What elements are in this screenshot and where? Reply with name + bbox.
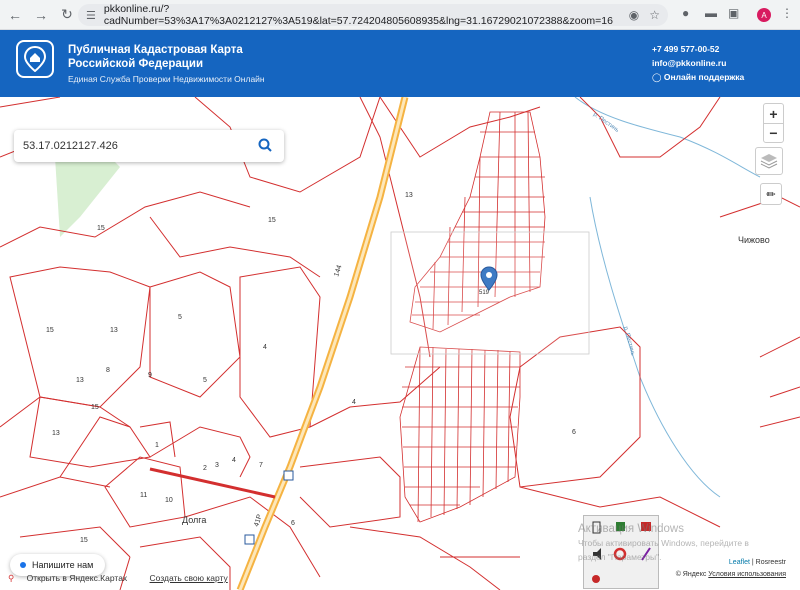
avatar[interactable]: A: [757, 8, 771, 22]
site-header: Публичная Кадастровая Карта Российской Ф…: [0, 30, 800, 97]
parcel-number: 15: [80, 537, 88, 544]
cadastral-map[interactable]: 13 15 15 15 13 13 15 5 5 4 4 6 8 9 13 15…: [0, 97, 800, 590]
parcel-number: 13: [52, 430, 60, 437]
parcel-number: 519: [479, 290, 490, 296]
support-link[interactable]: ◯ Онлайн поддержка: [652, 70, 744, 84]
extension-icon[interactable]: ●: [682, 6, 689, 20]
terms-link[interactable]: Условия использования: [708, 571, 786, 578]
extension-icon[interactable]: ▬: [705, 6, 717, 20]
road-sign-icon: [244, 534, 255, 545]
parcel-number: 11: [140, 492, 147, 499]
zoom-out-button[interactable]: −: [764, 123, 783, 142]
leaflet-link[interactable]: Leaflet: [729, 559, 750, 566]
map-attribution: Leaflet | Rosreestr © Яндекс Условия исп…: [675, 559, 786, 578]
map-canvas[interactable]: 13 15 15 15 13 13 15 5 5 4 4 6 8 9 13 15…: [0, 97, 800, 590]
create-map-link[interactable]: Создать свою карту: [150, 573, 228, 583]
parcel-number: 3: [215, 462, 219, 469]
site-info-icon[interactable]: ☰: [86, 9, 96, 22]
site-title[interactable]: Публичная Кадастровая Карта Российской Ф…: [68, 43, 243, 71]
reload-icon[interactable]: ↻: [56, 4, 78, 26]
parcel-cluster-south: [399, 346, 521, 523]
parcel-number: 6: [291, 520, 295, 527]
zoom-control: + −: [763, 103, 784, 143]
url-text: pkkonline.ru/?cadNumber=53%3A17%3A021212…: [103, 3, 613, 27]
email-link[interactable]: info@pkkonline.ru: [652, 56, 744, 70]
layers-button[interactable]: [755, 147, 783, 175]
forward-icon[interactable]: →: [30, 4, 52, 26]
parcel-number: 6: [572, 429, 576, 436]
extensions-puzzle-icon[interactable]: ▣: [728, 6, 739, 20]
parcel-number: 4: [352, 399, 356, 406]
parcel-number: 4: [263, 344, 267, 351]
back-icon[interactable]: ←: [4, 4, 26, 26]
cadastral-search-input[interactable]: 53.17.0212127.426: [14, 130, 284, 162]
map-footer-links: ⚲ Открыть в Яндекс.Картах Создать свою к…: [8, 573, 238, 584]
parcel-number: 15: [46, 327, 54, 334]
parcel-number: 5: [178, 314, 182, 321]
parcel-number: 15: [91, 404, 99, 411]
menu-icon[interactable]: ⋮: [781, 6, 793, 20]
selection-frame: [390, 231, 590, 355]
village-road: [149, 467, 276, 499]
parcel-number: 7: [259, 462, 263, 469]
parcel-number: 5: [203, 377, 207, 384]
bookmark-star-icon[interactable]: ☆: [649, 8, 660, 22]
pin-icon: ⚲: [8, 573, 15, 583]
river-line: [574, 97, 761, 178]
parcel-number: 10: [165, 497, 173, 504]
contacts: +7 499 577-00-52 info@pkkonline.ru ◯ Онл…: [652, 42, 744, 84]
parcel-number: 13: [76, 377, 84, 384]
road-number: 144: [333, 264, 343, 277]
eye-off-icon[interactable]: ◉: [629, 8, 639, 22]
road-sign-icon: [283, 470, 294, 481]
logo-icon[interactable]: [16, 40, 54, 78]
chat-dot-icon: [20, 562, 26, 568]
ruler-icon: ✏: [766, 188, 776, 201]
open-yandex-link[interactable]: ⚲ Открыть в Яндекс.Картах: [8, 573, 137, 583]
parcel-number: 13: [110, 327, 118, 334]
browser-toolbar: ← → ↻ ☰ pkkonline.ru/?cadNumber=53%3A17%…: [0, 0, 800, 30]
layers-icon: [760, 154, 778, 169]
phone-link[interactable]: +7 499 577-00-52: [652, 42, 744, 56]
search-icon[interactable]: [258, 138, 272, 155]
site-subtitle: Единая Служба Проверки Недвижимости Онла…: [68, 74, 265, 84]
place-label: Чижово: [738, 235, 770, 245]
parcel-number: 8: [106, 367, 110, 374]
parcel-number: 2: [203, 465, 207, 472]
address-bar[interactable]: ☰ pkkonline.ru/?cadNumber=53%3A17%3A0212…: [78, 3, 668, 27]
zoom-in-button[interactable]: +: [764, 104, 783, 123]
parcel-number: 13: [405, 192, 413, 199]
measure-button[interactable]: ✏: [760, 183, 782, 205]
app-icon[interactable]: [592, 575, 600, 583]
parcel-number: 4: [232, 457, 236, 464]
parcel-number: 15: [97, 225, 105, 232]
parcel-number: 15: [268, 217, 276, 224]
parcel-number: 9: [148, 372, 152, 379]
place-label: Долга: [182, 515, 207, 525]
river-line: [589, 196, 721, 498]
parcel-number: 1: [155, 442, 159, 449]
